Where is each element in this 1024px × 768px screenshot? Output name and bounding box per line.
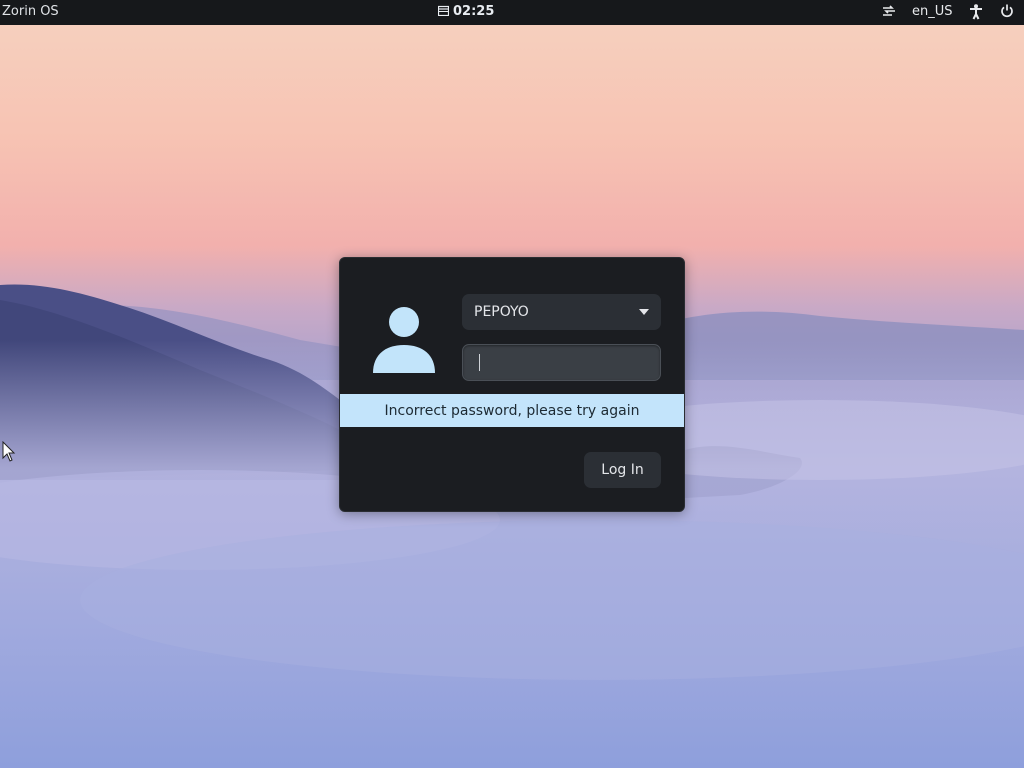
accessibility-icon[interactable]	[969, 4, 983, 24]
mouse-pointer-icon	[2, 441, 16, 462]
password-field[interactable]	[462, 344, 661, 381]
text-caret	[479, 354, 480, 371]
power-icon[interactable]	[1000, 4, 1014, 22]
user-avatar-icon	[373, 307, 435, 373]
calendar-icon	[437, 5, 450, 19]
network-icon[interactable]	[882, 4, 896, 22]
username-value: PEPOYO	[474, 304, 529, 320]
username-select[interactable]: PEPOYO	[462, 294, 661, 330]
chevron-down-icon	[639, 309, 649, 315]
clock-button[interactable]: 02:25	[437, 4, 495, 19]
login-button[interactable]: Log In	[584, 452, 661, 488]
os-name: Zorin OS	[2, 4, 59, 19]
language-indicator[interactable]: en_US	[912, 4, 953, 19]
error-text: Incorrect password, please try again	[384, 402, 640, 419]
top-bar: Zorin OS 02:25 en_US	[0, 0, 1024, 25]
login-dialog: PEPOYO Incorrect password, please try ag…	[339, 257, 685, 512]
error-message: Incorrect password, please try again	[340, 394, 684, 427]
clock-time: 02:25	[453, 4, 495, 19]
